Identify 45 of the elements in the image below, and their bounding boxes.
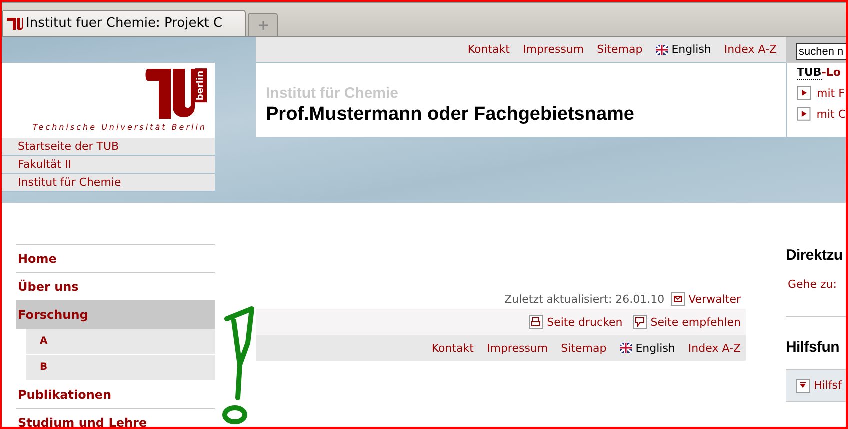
- speech-bubble-icon[interactable]: [632, 315, 647, 329]
- nav-link[interactable]: Sitemap: [597, 43, 643, 56]
- language-link[interactable]: English: [656, 43, 712, 56]
- nav-link[interactable]: Index A-Z: [688, 342, 741, 354]
- browser-tab[interactable]: Institut fuer Chemie: Projekt C: [2, 10, 246, 36]
- play-icon[interactable]: [797, 86, 811, 100]
- union-flag-icon: [620, 343, 632, 353]
- help-heading: Hilfsfun: [786, 339, 840, 356]
- login-link[interactable]: mit F: [797, 86, 846, 100]
- logo-icon: [7, 16, 23, 30]
- recommend-link[interactable]: Seite empfehlen: [632, 315, 741, 329]
- tu-logo[interactable]: [145, 69, 195, 119]
- language-link[interactable]: English: [620, 342, 676, 354]
- plus-icon: [258, 20, 268, 30]
- play-icon[interactable]: [797, 107, 811, 121]
- nav-item[interactable]: Forschung: [16, 301, 215, 329]
- breadcrumb-link[interactable]: Fakultät II: [2, 156, 215, 174]
- nav-item[interactable]: Studium und Lehre: [16, 409, 215, 427]
- goto-label: Gehe zu:: [788, 278, 838, 291]
- mail-icon[interactable]: [670, 292, 685, 306]
- nav-link[interactable]: Sitemap: [561, 342, 607, 354]
- login-link[interactable]: mit C: [797, 107, 846, 121]
- union-flag-icon: [656, 44, 668, 54]
- last-updated-text: Zuletzt aktualisiert: 26.01.10: [504, 292, 665, 306]
- nav-item[interactable]: Home: [16, 245, 215, 273]
- print-link[interactable]: Seite drucken: [529, 315, 623, 329]
- logo-caption: Technische Universität Berlin: [32, 123, 207, 132]
- logo-side-text: berlin: [195, 69, 207, 103]
- breadcrumb-link[interactable]: Startseite der TUB: [2, 138, 215, 156]
- subnav-item[interactable]: A: [26, 329, 215, 355]
- nav-link[interactable]: Kontakt: [432, 342, 474, 354]
- page-title: Prof.Mustermann oder Fachgebietsname: [266, 104, 636, 126]
- printer-icon[interactable]: [529, 315, 544, 329]
- nav-link[interactable]: Kontakt: [468, 43, 510, 56]
- maintainer-link[interactable]: Verwalter: [670, 292, 741, 306]
- direct-access-heading: Direktzu: [786, 247, 844, 264]
- help-toggle-link[interactable]: Hilfsf: [796, 378, 842, 392]
- nav-item[interactable]: Publikationen: [16, 381, 215, 409]
- login-heading: TUB-Lo: [797, 66, 842, 79]
- search-field[interactable]: suchen n: [796, 43, 846, 60]
- nav-link[interactable]: Index A-Z: [724, 43, 777, 56]
- nav-link[interactable]: Impressum: [486, 342, 548, 354]
- subnav-item[interactable]: B: [26, 355, 215, 381]
- breadcrumb-link[interactable]: Institut für Chemie: [2, 174, 215, 192]
- nav-link[interactable]: Impressum: [522, 43, 584, 56]
